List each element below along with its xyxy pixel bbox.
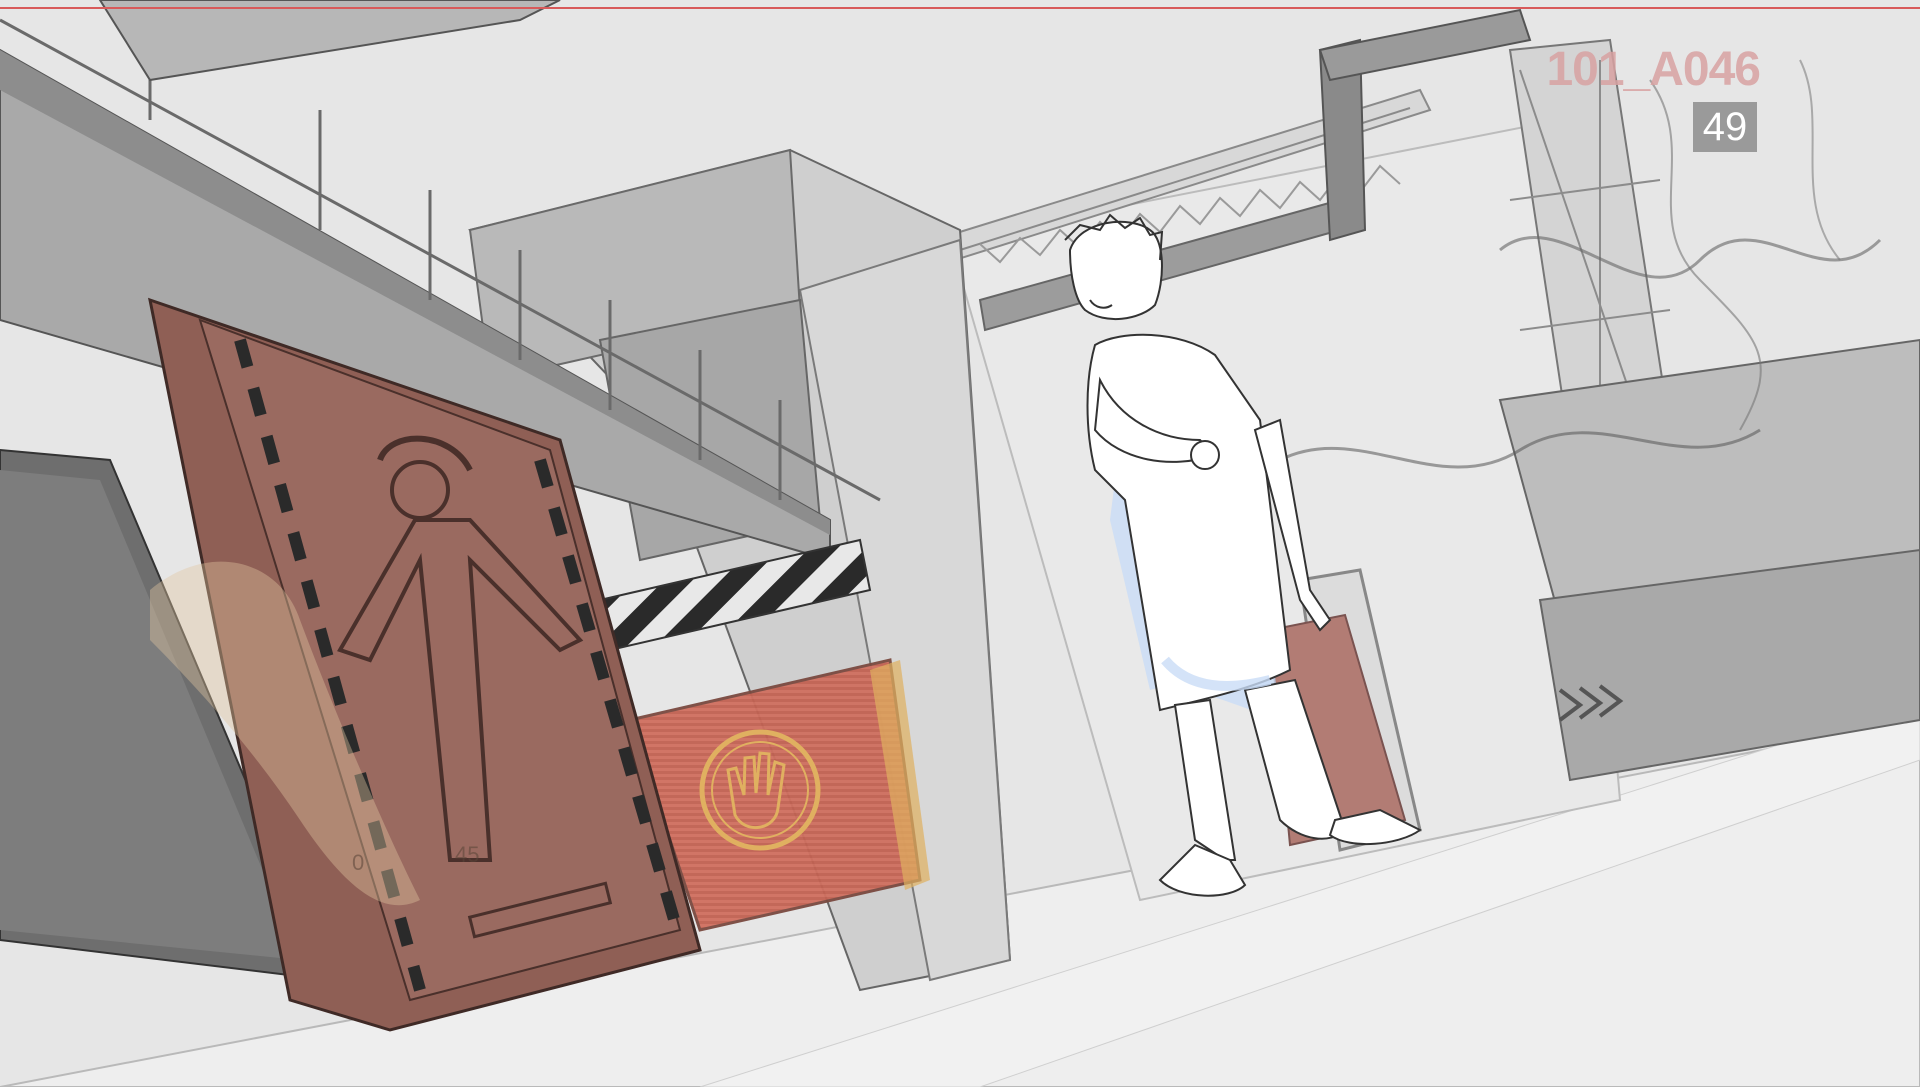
panel-mark-right: 45 (455, 842, 479, 867)
frame-top-border (0, 7, 1920, 9)
panel-mark-left: 0 (352, 850, 364, 875)
shot-label: 101_A046 (1546, 43, 1761, 96)
storyboard-frame: 0 45 (0, 0, 1920, 1087)
frame-counter: 49 (1693, 102, 1757, 152)
